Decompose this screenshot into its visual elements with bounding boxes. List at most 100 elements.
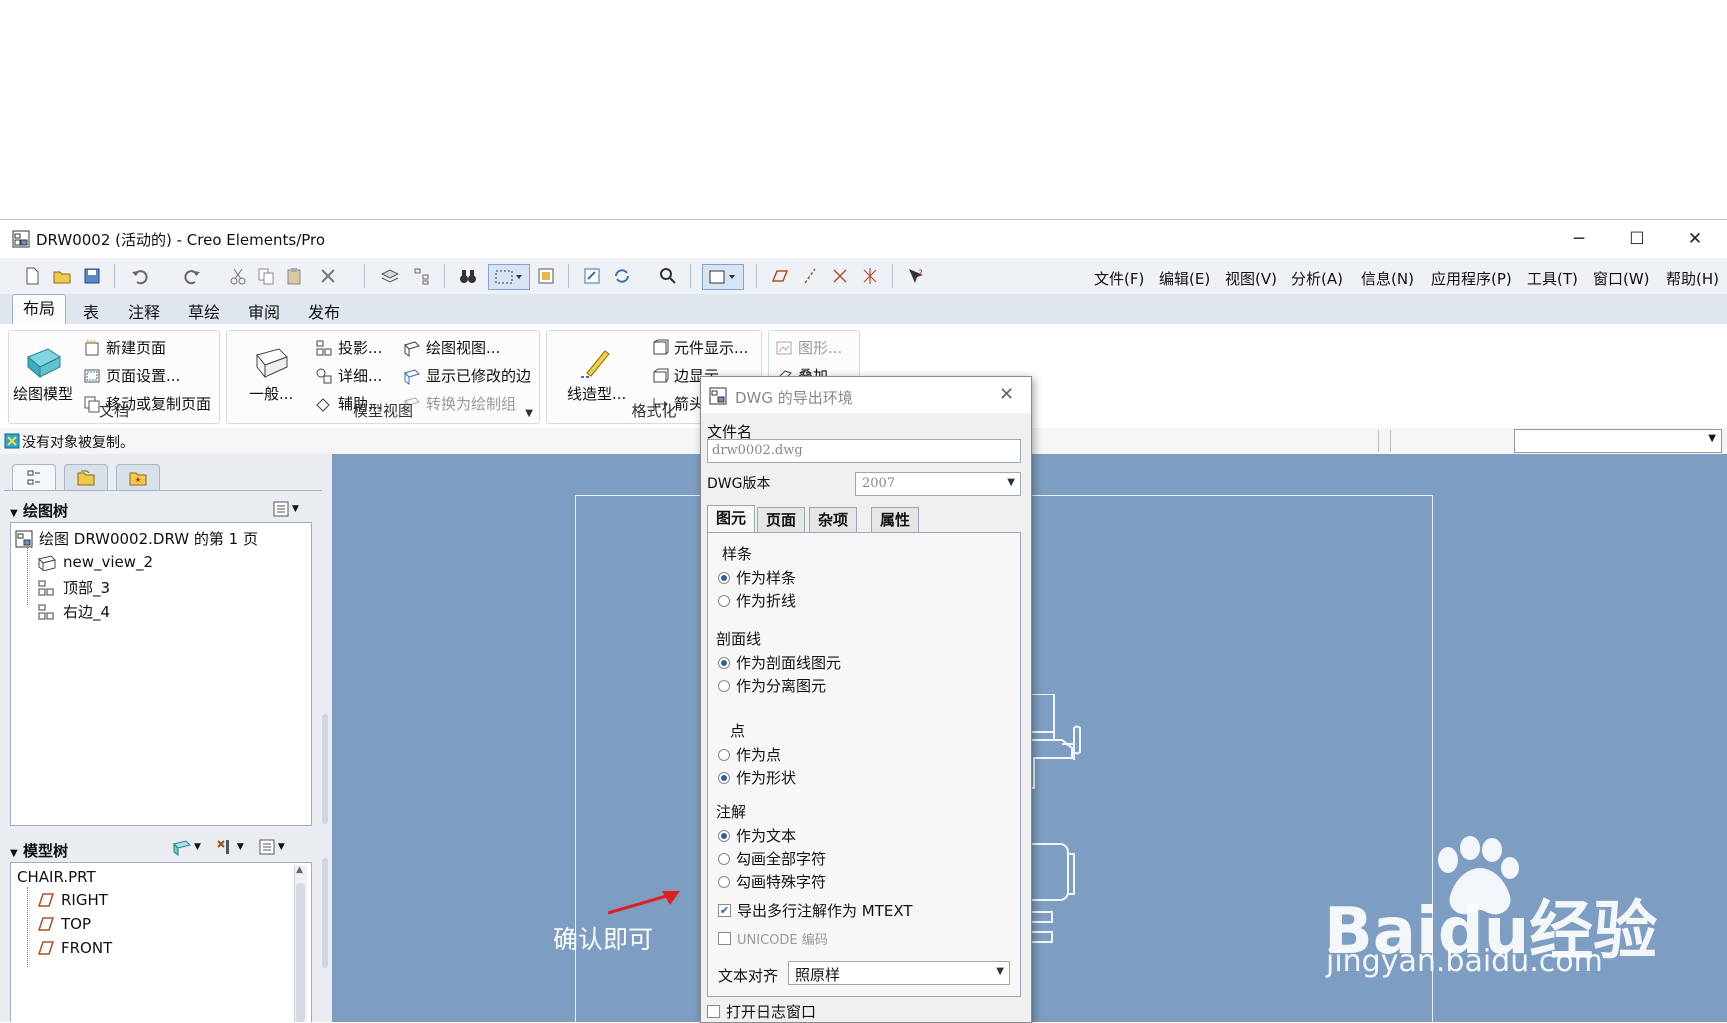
filter-dropdown[interactable]: ▼ — [1514, 429, 1722, 453]
export-mtext-checkbox[interactable]: ✔ 导出多行注解作为 MTEXT — [718, 900, 913, 921]
tab-table[interactable]: 表 — [83, 299, 99, 323]
tab-favorites[interactable] — [116, 464, 160, 491]
cut-icon[interactable] — [226, 264, 250, 288]
tree-structure-icon[interactable] — [410, 264, 434, 288]
datum-axis-icon[interactable] — [798, 264, 822, 288]
delete-icon[interactable] — [316, 264, 340, 288]
projection-button[interactable]: 投影... — [315, 337, 382, 358]
splitter[interactable] — [322, 714, 328, 824]
line-style-button[interactable]: 线造型... — [567, 345, 626, 404]
drawing-model-button[interactable]: 绘图模型 — [13, 345, 73, 404]
tree-item[interactable]: TOP — [37, 915, 91, 933]
zoom-icon[interactable] — [656, 264, 680, 288]
point-as-shape-radio[interactable]: 作为形状 — [718, 767, 796, 788]
close-button[interactable]: ✕ — [1667, 220, 1723, 258]
ribbon-tabs: 布局 表 注释 草绘 审阅 发布 — [0, 294, 1727, 325]
tab-publish[interactable]: 发布 — [308, 299, 340, 323]
regenerate-icon[interactable] — [610, 264, 634, 288]
dwg-version-select[interactable]: 2007 ▼ — [855, 472, 1021, 496]
tree-item[interactable]: 右边_4 — [37, 601, 110, 622]
context-help-icon[interactable]: ? — [904, 264, 928, 288]
tab-folder-browser[interactable] — [64, 464, 108, 491]
tab-entities[interactable]: 图元 — [707, 505, 756, 533]
notes-as-text-radio[interactable]: 作为文本 — [718, 825, 796, 846]
open-folder-button[interactable] — [50, 264, 74, 288]
menu-info[interactable]: 信息(N) — [1361, 268, 1414, 289]
menu-analysis[interactable]: 分析(A) — [1291, 268, 1343, 289]
select-box-dropdown[interactable] — [488, 264, 530, 290]
entities-panel: 样条 作为样条 作为折线 剖面线 作为剖面线图元 作为分离图元 点 作为点 作为… — [707, 532, 1021, 997]
graphics-button[interactable]: 图形... — [775, 337, 842, 358]
drawing-tree: 绘图 DRW0002.DRW 的第 1 页 new_view_2 顶部_3 右边… — [10, 522, 312, 826]
model-tree-header[interactable]: ▼ 模型树 — [10, 840, 68, 861]
menu-help[interactable]: 帮助(H) — [1666, 268, 1719, 289]
point-as-point-radio[interactable]: 作为点 — [718, 744, 781, 765]
model-display-button[interactable]: ▼ — [172, 838, 201, 856]
hatch-as-separate-radio[interactable]: 作为分离图元 — [718, 675, 826, 696]
select-filter-icon[interactable] — [534, 264, 558, 288]
dialog-icon — [709, 387, 727, 405]
document-group: 绘图模型 新建页面 页面设置... 移动或复制页面 文档 — [8, 330, 220, 424]
redo-button[interactable] — [180, 264, 204, 288]
notes-stroke-all-radio[interactable]: 勾画全部字符 — [718, 848, 826, 869]
general-view-button[interactable]: 一般... — [249, 345, 293, 404]
splitter[interactable] — [322, 858, 328, 968]
refresh-view-icon[interactable] — [580, 264, 604, 288]
datum-plane-icon[interactable] — [768, 264, 792, 288]
menu-tools[interactable]: 工具(T) — [1527, 268, 1578, 289]
datum-point-icon[interactable] — [828, 264, 852, 288]
maximize-button[interactable]: ☐ — [1609, 220, 1665, 258]
coordinate-system-icon[interactable] — [858, 264, 882, 288]
group-expand-icon[interactable]: ▼ — [525, 408, 533, 419]
save-button[interactable] — [80, 264, 104, 288]
show-modified-edges-button[interactable]: 显示已修改的边 — [403, 365, 531, 386]
tree-item[interactable]: FRONT — [37, 939, 112, 957]
page-setup-button[interactable]: 页面设置... — [83, 365, 180, 386]
menu-view[interactable]: 视图(V) — [1225, 268, 1277, 289]
dialog-close-icon[interactable]: ✕ — [999, 384, 1014, 405]
detailed-view-button[interactable]: 详细... — [315, 365, 382, 386]
open-log-window-checkbox[interactable]: 打开日志窗口 — [707, 1001, 816, 1022]
filename-field[interactable]: drw0002.dwg — [707, 439, 1021, 463]
spline-as-polyline-radio[interactable]: 作为折线 — [718, 590, 796, 611]
model-tree-settings-button[interactable]: ▼ — [258, 838, 285, 856]
tab-annotate[interactable]: 注释 — [128, 299, 160, 323]
notes-stroke-special-radio[interactable]: 勾画特殊字符 — [718, 871, 826, 892]
tab-sketch[interactable]: 草绘 — [188, 299, 220, 323]
menu-window[interactable]: 窗口(W) — [1593, 268, 1650, 289]
menu-file[interactable]: 文件(F) — [1094, 268, 1144, 289]
hatch-as-entity-radio[interactable]: 作为剖面线图元 — [718, 652, 841, 673]
tab-model-tree[interactable] — [12, 464, 56, 491]
menu-applications[interactable]: 应用程序(P) — [1431, 268, 1512, 289]
tree-root[interactable]: 绘图 DRW0002.DRW 的第 1 页 — [15, 528, 258, 549]
new-page-button[interactable]: 新建页面 — [83, 337, 166, 358]
scroll-up-icon[interactable]: ▲ — [296, 865, 303, 875]
tree-root[interactable]: CHAIR.PRT — [17, 868, 96, 886]
scrollbar[interactable]: ▲ — [294, 865, 307, 1022]
drawing-tree-settings-button[interactable]: ▼ — [272, 498, 302, 520]
tab-pages[interactable]: 页面 — [757, 507, 806, 532]
drawing-view-button[interactable]: 绘图视图... — [403, 337, 500, 358]
tab-properties[interactable]: 属性 — [871, 507, 920, 532]
tab-review[interactable]: 审阅 — [248, 299, 280, 323]
spline-as-spline-radio[interactable]: 作为样条 — [718, 567, 796, 588]
layers-icon[interactable] — [378, 264, 402, 288]
unicode-checkbox[interactable]: UNICODE 编码 — [718, 929, 828, 948]
copy-icon[interactable] — [254, 264, 278, 288]
paste-icon[interactable] — [282, 264, 306, 288]
menu-edit[interactable]: 编辑(E) — [1159, 268, 1210, 289]
tab-misc[interactable]: 杂项 — [809, 507, 858, 532]
drawing-tree-header[interactable]: ▼ 绘图树 — [10, 500, 68, 521]
binoculars-icon[interactable] — [456, 264, 480, 288]
tree-item[interactable]: RIGHT — [37, 891, 108, 909]
display-style-dropdown[interactable] — [702, 264, 744, 290]
minimize-button[interactable]: ─ — [1551, 220, 1607, 258]
tree-item[interactable]: new_view_2 — [37, 553, 153, 571]
text-align-select[interactable]: 照原样 ▼ — [788, 961, 1010, 985]
undo-button[interactable] — [128, 264, 152, 288]
tree-item[interactable]: 顶部_3 — [37, 577, 110, 598]
component-display-button[interactable]: 元件显示... — [651, 337, 748, 358]
tab-layout[interactable]: 布局 — [12, 294, 67, 325]
tree-tools-button[interactable]: ▼ — [215, 838, 244, 856]
new-file-button[interactable] — [20, 264, 44, 288]
